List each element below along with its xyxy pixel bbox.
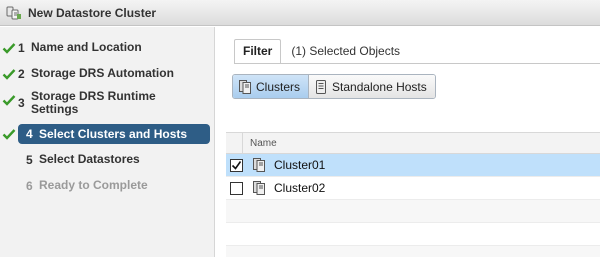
- wizard-step-storage-drs-runtime-settings[interactable]: 3 Storage DRS Runtime Settings: [18, 90, 210, 116]
- cluster-icon: [253, 158, 265, 172]
- wizard-step-ready-to-complete: 6 Ready to Complete: [26, 178, 218, 194]
- row-checkbox[interactable]: [230, 158, 243, 172]
- cluster-icon: [253, 181, 265, 195]
- datastore-cluster-icon: [6, 5, 22, 21]
- wizard-step-select-datastores[interactable]: 5 Select Datastores: [26, 152, 218, 168]
- objects-grid: Name Cluster01 Cluster02: [226, 132, 600, 257]
- window-title: New Datastore Cluster: [28, 5, 157, 20]
- wizard-step-storage-drs-automation[interactable]: 2 Storage DRS Automation: [18, 66, 210, 82]
- tab-selected-objects[interactable]: (1) Selected Objects: [281, 40, 410, 64]
- standalone-hosts-label: Standalone Hosts: [332, 79, 427, 94]
- empty-row: [226, 200, 600, 223]
- main-panel: Filter (1) Selected Objects Clusters Sta…: [216, 27, 600, 257]
- standalone-hosts-toggle-button[interactable]: Standalone Hosts: [308, 75, 435, 98]
- empty-row: [226, 246, 600, 257]
- clusters-label: Clusters: [256, 79, 301, 94]
- check-icon: [2, 127, 16, 141]
- empty-row: [226, 223, 600, 246]
- wizard-steps: 1 Name and Location 2 Storage DRS Automa…: [0, 27, 215, 257]
- step-number: 3: [18, 96, 25, 110]
- wizard-step-select-clusters-and-hosts[interactable]: 4 Select Clusters and Hosts: [18, 124, 210, 144]
- step-number: 5: [26, 153, 33, 167]
- host-icon: [315, 79, 327, 94]
- row-name: Cluster02: [274, 181, 326, 195]
- step-label: Storage DRS Automation: [31, 66, 174, 80]
- row-checkbox[interactable]: [230, 181, 243, 195]
- step-number: 4: [26, 127, 33, 141]
- step-label: Select Clusters and Hosts: [39, 126, 188, 141]
- tab-divider: [234, 63, 600, 64]
- row-name: Cluster01: [274, 158, 326, 172]
- step-label: Name and Location: [31, 40, 142, 54]
- tab-filter[interactable]: Filter: [234, 39, 282, 64]
- table-row[interactable]: Cluster01: [226, 154, 600, 177]
- title-bar: New Datastore Cluster: [0, 0, 600, 26]
- grid-header: Name: [226, 132, 600, 154]
- table-row[interactable]: Cluster02: [226, 177, 600, 200]
- clusters-toggle-button[interactable]: Clusters: [233, 75, 309, 98]
- step-label: Storage DRS Runtime Settings: [31, 89, 156, 116]
- name-column-header[interactable]: Name: [243, 138, 277, 149]
- object-type-toggle: Clusters Standalone Hosts: [232, 74, 436, 99]
- step-label: Select Datastores: [39, 152, 140, 166]
- step-label: Ready to Complete: [39, 178, 148, 192]
- step-number: 1: [18, 41, 25, 55]
- check-icon: [2, 41, 16, 55]
- step-number: 6: [26, 179, 33, 193]
- checkbox-column-header: [226, 133, 243, 153]
- check-icon: [2, 93, 16, 107]
- tab-bar: Filter (1) Selected Objects: [234, 39, 410, 64]
- check-icon: [2, 67, 16, 81]
- cluster-icon: [239, 79, 251, 94]
- wizard-step-name-and-location[interactable]: 1 Name and Location: [18, 40, 210, 56]
- step-number: 2: [18, 67, 25, 81]
